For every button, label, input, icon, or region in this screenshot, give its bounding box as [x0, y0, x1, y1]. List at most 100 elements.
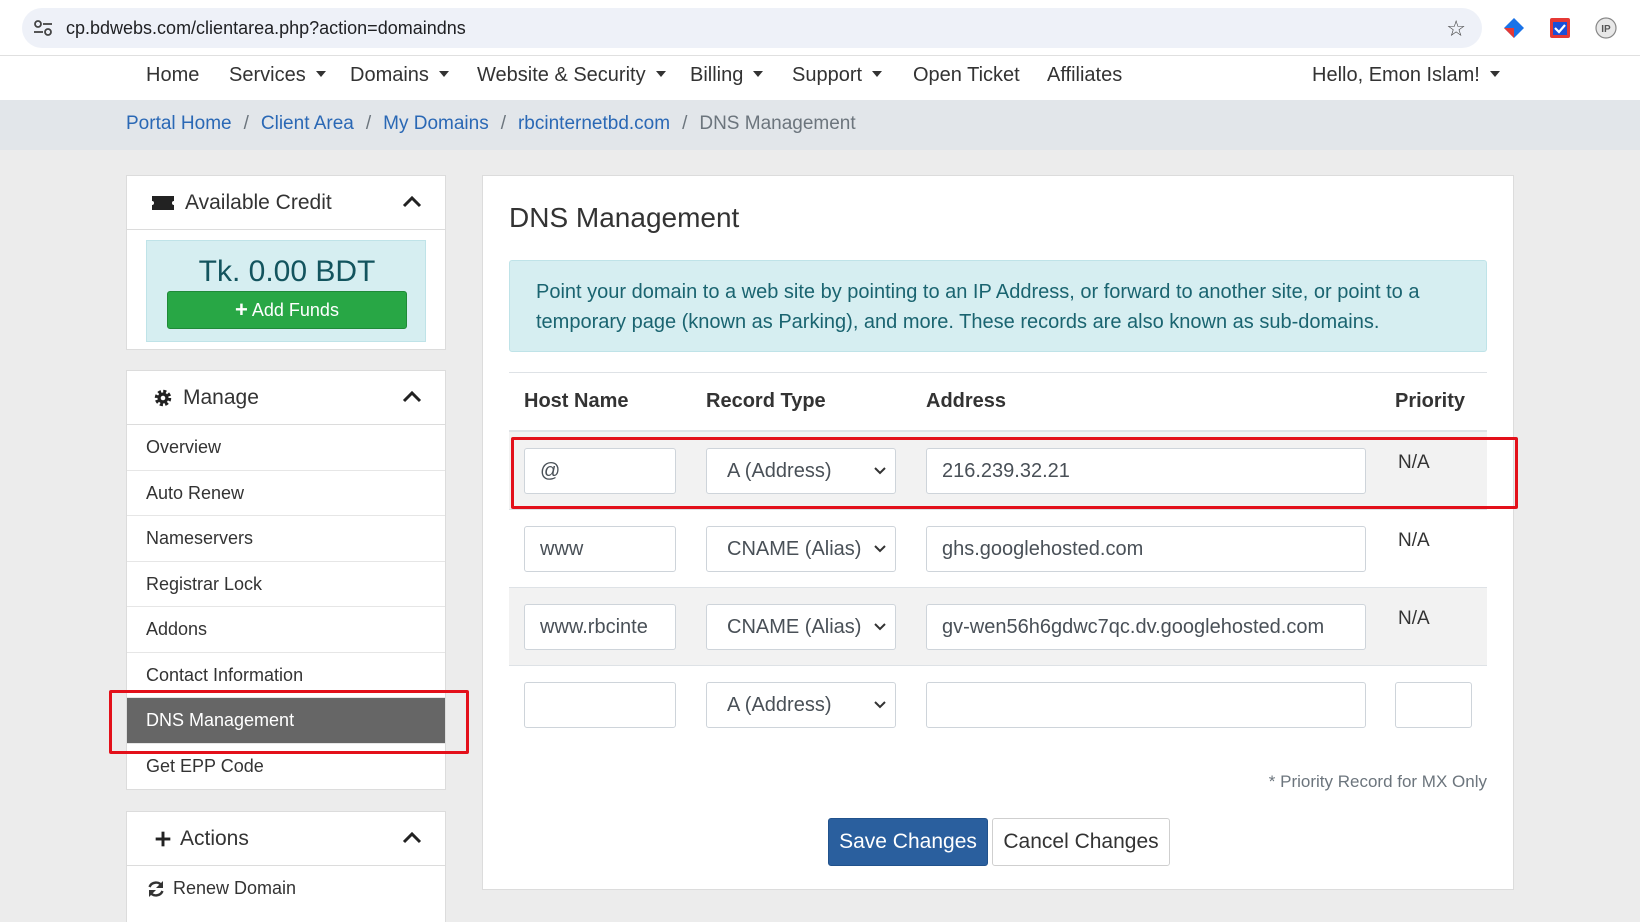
svg-text:IP: IP: [1601, 24, 1611, 35]
available-credit-header[interactable]: Available Credit: [127, 176, 445, 230]
chevron-up-icon[interactable]: [401, 192, 423, 212]
breadcrumb-bar: Portal Home / Client Area / My Domains / rbcin…: [0, 100, 1640, 150]
record-type-select[interactable]: A (Address): [706, 682, 896, 728]
chevron-down-icon: [874, 701, 886, 709]
sidebar-item-overview[interactable]: Overview: [127, 425, 445, 471]
cancel-changes-button[interactable]: Cancel Changes: [992, 818, 1170, 866]
chevron-up-icon[interactable]: [401, 387, 423, 407]
available-credit-panel: Available Credit Tk. 0.00 BDT + Add Fund…: [126, 175, 446, 350]
breadcrumb-domain[interactable]: rbcinternetbd.com: [518, 113, 670, 134]
nav-services[interactable]: Services: [229, 64, 326, 87]
actions-title: Actions: [180, 827, 249, 850]
address-bar[interactable]: cp.bdwebs.com/clientarea.php?action=doma…: [22, 8, 1482, 48]
nav-support[interactable]: Support: [792, 64, 883, 87]
highlight-box-sidebar: [109, 690, 469, 754]
sidebar-item-renew-domain[interactable]: Renew Domain: [127, 866, 445, 912]
site-info-icon[interactable]: [32, 18, 54, 38]
table-row: www CNAME (Alias) ghs.googlehosted.com N…: [509, 510, 1487, 588]
priority-input[interactable]: [1395, 682, 1472, 728]
caret-down-icon: [1489, 70, 1500, 77]
sidebar-item-label: Renew Domain: [173, 878, 297, 898]
extension-checkbox-icon[interactable]: [1548, 16, 1572, 40]
address-input[interactable]: gv-wen56h6gdwc7qc.dv.googlehosted.com: [926, 604, 1366, 650]
main-navigation: Home Services Domains Website & Security…: [0, 56, 1640, 100]
address-input[interactable]: ghs.googlehosted.com: [926, 526, 1366, 572]
nav-domains[interactable]: Domains: [350, 64, 449, 87]
extension-ip-icon[interactable]: IP: [1594, 16, 1618, 40]
sidebar-item-auto-renew[interactable]: Auto Renew: [127, 471, 445, 516]
host-name-input[interactable]: www.rbcinte: [524, 604, 676, 650]
browser-toolbar: cp.bdwebs.com/clientarea.php?action=doma…: [0, 0, 1640, 56]
record-type-value: CNAME (Alias): [727, 616, 862, 638]
manage-header[interactable]: Manage: [127, 371, 445, 425]
nav-website-security-label: Website & Security: [477, 64, 646, 86]
breadcrumb-my-domains[interactable]: My Domains: [383, 113, 489, 134]
record-type-value: CNAME (Alias): [727, 538, 862, 560]
nav-billing-label: Billing: [690, 64, 744, 86]
record-type-value: A (Address): [727, 694, 832, 716]
dns-records-table: Host Name Record Type Address Priority @…: [509, 372, 1487, 744]
add-funds-label: Add Funds: [251, 299, 339, 320]
record-type-select[interactable]: CNAME (Alias): [706, 526, 896, 572]
manage-title: Manage: [183, 386, 259, 409]
column-header-address: Address: [926, 390, 1007, 412]
breadcrumb: Portal Home / Client Area / My Domains / rbcin…: [126, 113, 856, 135]
breadcrumb-client-area[interactable]: Client Area: [261, 113, 354, 134]
nav-billing[interactable]: Billing: [690, 64, 764, 87]
breadcrumb-separator: /: [243, 113, 249, 134]
breadcrumb-portal-home[interactable]: Portal Home: [126, 113, 232, 134]
user-menu[interactable]: Hello, Emon Islam!: [1312, 64, 1500, 87]
extension-diamond-icon[interactable]: [1502, 16, 1526, 40]
ticket-icon: [152, 196, 174, 210]
url-text[interactable]: cp.bdwebs.com/clientarea.php?action=doma…: [66, 18, 466, 39]
caret-down-icon: [655, 70, 666, 77]
page-title: DNS Management: [509, 202, 740, 233]
chevron-down-icon: [874, 545, 886, 553]
record-type-select[interactable]: CNAME (Alias): [706, 604, 896, 650]
table-row: www.rbcinte CNAME (Alias) gv-wen56h6gdwc…: [509, 588, 1487, 666]
bookmark-star-icon[interactable]: ☆: [1446, 16, 1466, 42]
sidebar-item-label: Nameservers: [146, 528, 254, 548]
sidebar-item-label: Contact Information: [146, 664, 304, 685]
caret-down-icon: [753, 70, 764, 77]
address-input[interactable]: [926, 682, 1366, 728]
column-header-priority: Priority: [1395, 390, 1466, 412]
column-header-host-name: Host Name: [524, 390, 629, 412]
sidebar-item-label: Auto Renew: [146, 482, 245, 503]
nav-domains-label: Domains: [350, 64, 429, 86]
info-text: Point your domain to a web site by point…: [536, 281, 1420, 333]
breadcrumb-current: DNS Management: [699, 113, 856, 134]
gear-icon: [154, 389, 172, 407]
nav-website-security[interactable]: Website & Security: [477, 64, 666, 87]
add-funds-button[interactable]: + Add Funds: [167, 291, 407, 329]
host-name-input[interactable]: [524, 682, 676, 728]
caret-down-icon: [315, 70, 326, 77]
nav-open-ticket[interactable]: Open Ticket: [913, 64, 1020, 87]
sidebar-item-label: Overview: [146, 437, 222, 457]
actions-header[interactable]: Actions: [127, 812, 445, 866]
priority-value: N/A: [1398, 530, 1430, 551]
sidebar-item-label: Addons: [146, 619, 208, 639]
info-alert: Point your domain to a web site by point…: [509, 260, 1487, 352]
plus-icon: [155, 831, 171, 847]
sidebar-item-addons[interactable]: Addons: [127, 607, 445, 653]
chevron-up-icon[interactable]: [401, 828, 423, 848]
chevron-down-icon: [874, 623, 886, 631]
host-name-input[interactable]: www: [524, 526, 676, 572]
priority-note: * Priority Record for MX Only: [1268, 772, 1487, 791]
priority-value: N/A: [1398, 608, 1430, 629]
nav-affiliates[interactable]: Affiliates: [1047, 64, 1122, 87]
sidebar-item-registrar-lock[interactable]: Registrar Lock: [127, 562, 445, 607]
plus-icon: +: [235, 297, 248, 322]
save-changes-button[interactable]: Save Changes: [828, 818, 988, 866]
credit-box: Tk. 0.00 BDT + Add Funds: [146, 240, 426, 342]
breadcrumb-separator: /: [500, 113, 506, 134]
sidebar-item-nameservers[interactable]: Nameservers: [127, 516, 445, 562]
breadcrumb-separator: /: [682, 113, 688, 134]
nav-support-label: Support: [792, 64, 863, 86]
actions-panel: Actions Renew Domain: [126, 811, 446, 922]
refresh-icon: [148, 881, 164, 897]
nav-home[interactable]: Home: [146, 64, 199, 87]
highlight-box-dns-row: [511, 437, 1518, 509]
user-greeting: Hello, Emon Islam!: [1312, 64, 1480, 86]
